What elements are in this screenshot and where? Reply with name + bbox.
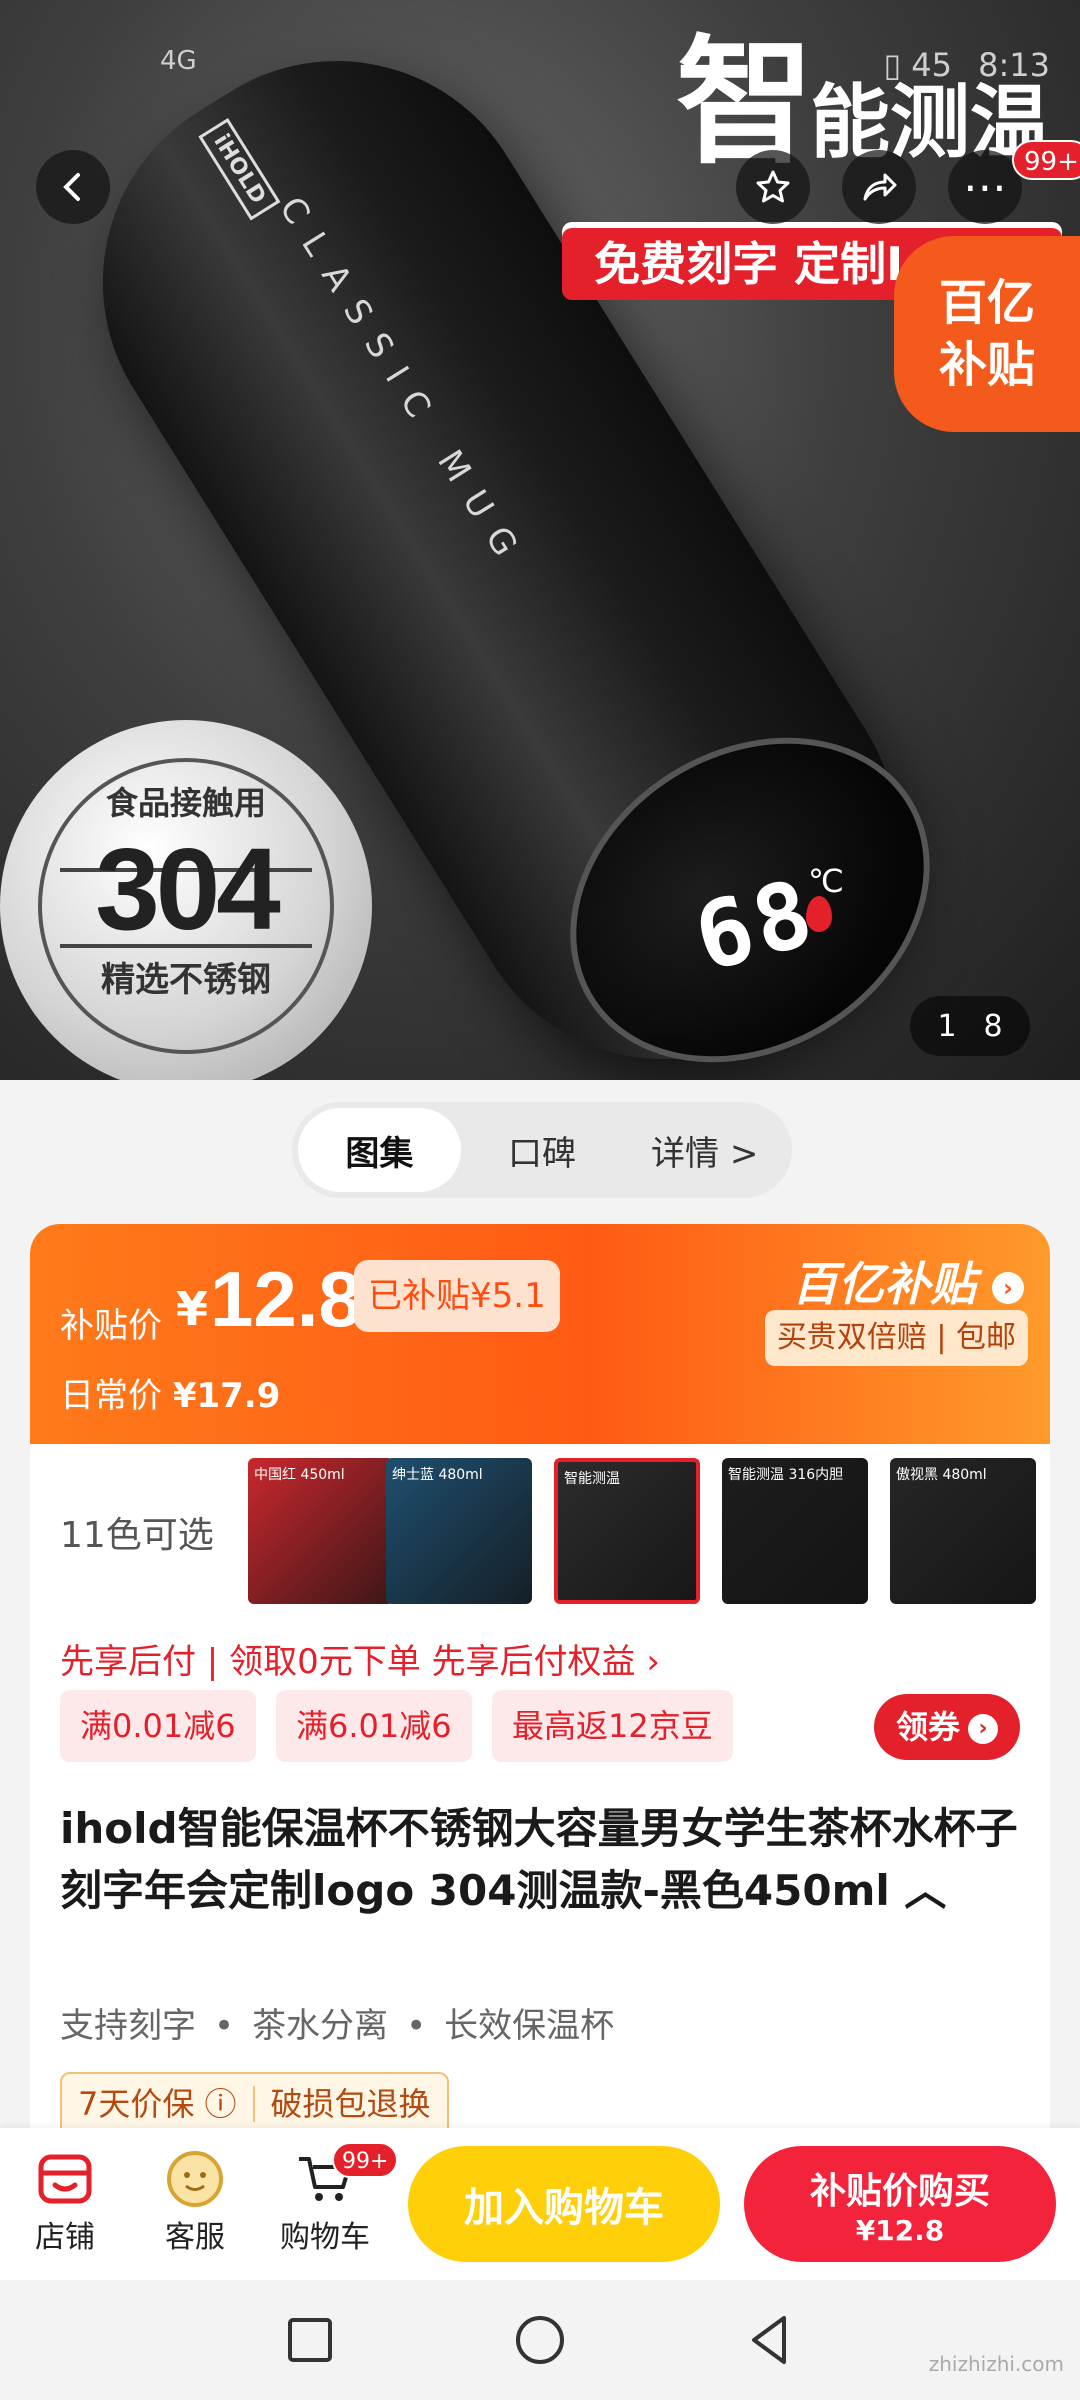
favorite-button[interactable] xyxy=(736,150,810,224)
daily-price-value: ¥17.9 xyxy=(172,1376,281,1416)
price-label: 补贴价 xyxy=(60,1306,162,1346)
battery-level: 45 xyxy=(911,46,952,84)
buy-now-price: ¥12.8 xyxy=(855,2213,945,2247)
daily-price-label: 日常价 xyxy=(60,1376,162,1416)
feature-separator: • xyxy=(214,2006,235,2046)
tab-gallery[interactable]: 图集 xyxy=(298,1108,461,1192)
bottom-action-bar: 店铺 客服 购物车 99+ 加入购物车 补贴价购买 ¥12.8 xyxy=(0,2128,1080,2280)
status-right: ▯ 45 8:13 xyxy=(883,46,1050,84)
get-coupon-label: 领券 xyxy=(895,1708,960,1746)
feature-separator: • xyxy=(406,2006,427,2046)
badge-top-text: 食品接触用 xyxy=(105,784,266,822)
subsidy-corner-badge: 百亿 补贴 xyxy=(894,236,1080,432)
pager-current: 1 xyxy=(937,1008,957,1044)
back-triangle-icon[interactable] xyxy=(740,2310,800,2370)
thumbnail-caption: 智能测温 316内胆 xyxy=(728,1467,844,1483)
chevron-left-icon xyxy=(63,173,80,201)
signal-indicator: 4G xyxy=(160,46,197,76)
get-coupon-button[interactable]: 领券 › xyxy=(873,1694,1020,1760)
cart-button[interactable]: 购物车 99+ xyxy=(270,2142,399,2256)
tab-details[interactable]: 详情 > xyxy=(623,1108,786,1192)
service-tag: 破损包退换 xyxy=(270,2085,431,2123)
buy-now-label: 补贴价购买 xyxy=(809,2170,990,2212)
service-icon xyxy=(140,2146,250,2212)
image-pager: 1 8 xyxy=(910,996,1030,1056)
guarantee-badge: 买贵双倍赔 | 包邮 xyxy=(764,1310,1028,1366)
recent-apps-icon[interactable] xyxy=(280,2310,340,2370)
store-button[interactable]: 店铺 xyxy=(10,2146,120,2256)
more-badge: 99+ xyxy=(1012,140,1080,180)
feature-list: 支持刻字 • 茶水分离 • 长效保温杯 xyxy=(60,1998,614,2047)
product-image-carousel[interactable]: iHOLD CLASSIC MUG 68 ℃ 智能测温 免费刻字 定制LOGO … xyxy=(0,0,1080,1080)
thumbnail-caption: 绅士蓝 480ml xyxy=(392,1467,483,1483)
home-icon[interactable] xyxy=(510,2310,570,2370)
coupon-tag[interactable]: 最高返12京豆 xyxy=(492,1690,733,1762)
service-tags[interactable]: 7天价保 ⓘ 破损包退换 xyxy=(60,2072,449,2136)
color-selector: 11色可选 中国红 450ml 绅士蓝 480ml 智能测温 智能测温 316内… xyxy=(30,1450,1050,1610)
clock: 8:13 xyxy=(978,46,1050,84)
badge-bottom-text: 精选不锈钢 xyxy=(101,960,271,1000)
thumbnail-caption: 智能测温 xyxy=(564,1471,620,1487)
cart-label: 购物车 xyxy=(280,2220,370,2255)
color-thumbnail[interactable]: 傲视黑 480ml xyxy=(890,1458,1036,1604)
subsidy-brand-label: 百亿补贴 xyxy=(791,1257,976,1311)
badge-number: 304 xyxy=(95,824,281,954)
battery-icon: ▯ xyxy=(883,46,902,84)
temperature-unit: ℃ xyxy=(808,862,844,900)
price-value: 12.8 xyxy=(210,1255,362,1343)
product-detail: 图集 口碑 详情 > 补贴价 ¥ 12.8 已补贴¥5.1 日常价 ¥17.9 … xyxy=(0,1080,1080,2224)
pay-later-promo[interactable]: 先享后付 | 领取0元下单 先享后付权益 › xyxy=(60,1634,660,1683)
feature-item: 长效保温杯 xyxy=(444,2006,615,2046)
chevron-right-icon: › xyxy=(968,1714,998,1744)
daily-price: 日常价 ¥17.9 xyxy=(60,1368,280,1417)
service-label: 客服 xyxy=(165,2220,225,2255)
subsidy-brand-link[interactable]: 百亿补贴 › xyxy=(792,1248,1024,1314)
star-icon xyxy=(756,170,790,203)
service-tag: 7天价保 ⓘ xyxy=(78,2085,237,2123)
share-button[interactable] xyxy=(842,150,916,224)
buy-now-button[interactable]: 补贴价购买 ¥12.8 xyxy=(744,2146,1056,2262)
product-info-card: 补贴价 ¥ 12.8 已补贴¥5.1 日常价 ¥17.9 百亿补贴 › 买贵双倍… xyxy=(30,1224,1050,2224)
color-count: 11色可选 xyxy=(60,1515,214,1556)
cart-count-badge: 99+ xyxy=(332,2142,399,2178)
color-thumbnail[interactable]: 中国红 450ml xyxy=(248,1458,394,1604)
color-thumbnail[interactable]: 绅士蓝 480ml xyxy=(386,1458,532,1604)
store-icon xyxy=(10,2146,120,2212)
watermark: zhizhizhi.com xyxy=(928,2352,1064,2376)
color-thumbnail[interactable]: 智能测温 316内胆 xyxy=(722,1458,868,1604)
thumbnail-caption: 中国红 450ml xyxy=(254,1467,345,1483)
subsidy-corner-line2: 补贴 xyxy=(938,337,1035,393)
price-header: 补贴价 ¥ 12.8 已补贴¥5.1 日常价 ¥17.9 百亿补贴 › 买贵双倍… xyxy=(30,1224,1050,1444)
coupon-tag[interactable]: 满6.01减6 xyxy=(276,1690,472,1762)
coupon-tag[interactable]: 满0.01减6 xyxy=(60,1690,256,1762)
more-button[interactable]: ⋯ xyxy=(948,150,1022,224)
thumbnail-caption: 傲视黑 480ml xyxy=(896,1467,987,1483)
feature-item: 支持刻字 xyxy=(60,2006,196,2046)
pager-total: 8 xyxy=(983,1008,1003,1044)
feature-item: 茶水分离 xyxy=(252,2006,389,2046)
subsidy-corner-line1: 百亿 xyxy=(938,275,1035,331)
product-title[interactable]: ihold智能保温杯不锈钢大容量男女学生茶杯水杯子刻字年会定制logo 304测… xyxy=(60,1798,1020,1922)
system-navigation-bar xyxy=(0,2280,1080,2400)
detail-tabs: 图集 口碑 详情 > xyxy=(292,1102,792,1198)
drop-icon xyxy=(806,896,832,932)
price-currency: ¥ xyxy=(176,1282,209,1336)
subsidized-amount: 已补贴¥5.1 xyxy=(354,1260,560,1332)
tab-reviews[interactable]: 口碑 xyxy=(461,1108,624,1192)
color-thumbnail-selected[interactable]: 智能测温 xyxy=(554,1458,700,1604)
chevron-right-icon: › xyxy=(992,1271,1024,1304)
back-button[interactable] xyxy=(36,150,110,224)
share-icon xyxy=(863,173,897,201)
store-label: 店铺 xyxy=(35,2220,95,2255)
customer-service-button[interactable]: 客服 xyxy=(140,2146,250,2256)
status-bar: 4G ▯ 45 8:13 xyxy=(0,0,1080,84)
more-icon: ⋯ xyxy=(963,161,1007,213)
coupon-row: 满0.01减6 满6.01减6 最高返12京豆 领券 › xyxy=(60,1690,1020,1766)
add-to-cart-button[interactable]: 加入购物车 xyxy=(408,2146,720,2262)
